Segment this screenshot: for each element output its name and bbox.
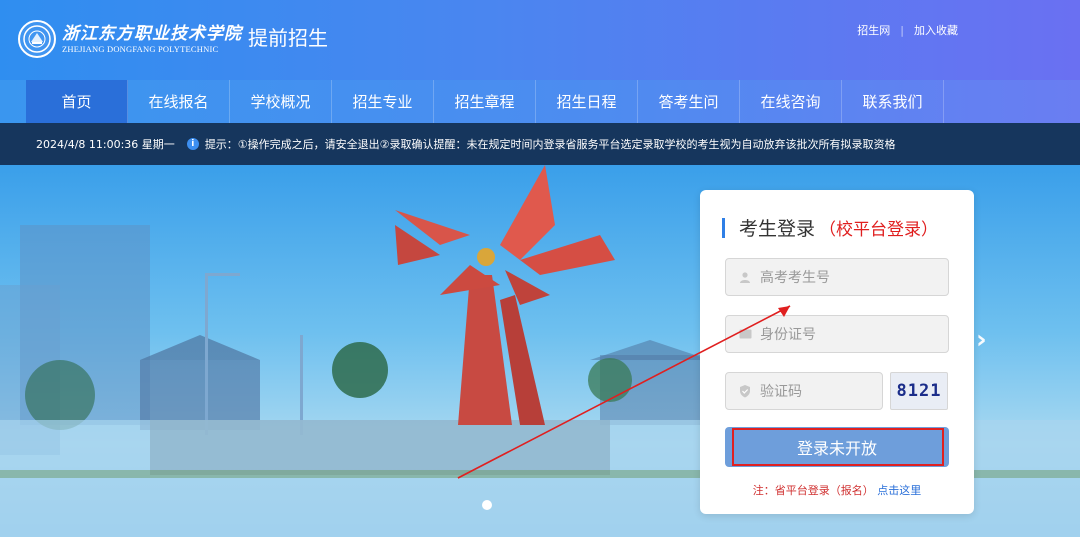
id-card-icon (738, 327, 752, 341)
user-icon (738, 270, 752, 284)
chevron-right-icon[interactable]: › (976, 325, 987, 355)
captcha-image[interactable]: 8121 (890, 372, 948, 410)
footer-click-link[interactable]: 点击这里 (877, 484, 921, 497)
nav-item-home[interactable]: 首页 (26, 80, 128, 123)
school-name-en: ZHEJIANG DONGFANG POLYTECHNIC (62, 44, 219, 54)
nav-item-majors[interactable]: 招生专业 (332, 80, 434, 123)
nav-item-schedule[interactable]: 招生日程 (536, 80, 638, 123)
main-nav: 首页 在线报名 学校概况 招生专业 招生章程 招生日程 答考生问 在线咨询 联系… (0, 80, 1080, 123)
login-footer-note: 注：省平台登录（报名） 点击这里 (700, 482, 974, 498)
title-accent-bar (722, 217, 725, 238)
notice-text: 提示：①操作完成之后，请安全退出②录取确认提醒：未在规定时间内登录省服务平台选定… (204, 138, 896, 151)
login-button[interactable]: 登录未开放 (725, 427, 949, 467)
footer-note-text: 注：省平台登录（报名） (752, 484, 874, 497)
nav-item-charter[interactable]: 招生章程 (434, 80, 536, 123)
notice-bar: 2024/4/8 11:00:36 星期一 i 提示：①操作完成之后，请安全退出… (0, 123, 1080, 165)
nav-item-qa[interactable]: 答考生问 (638, 80, 740, 123)
id-card-placeholder: 身份证号 (760, 327, 816, 343)
school-name-cn: 浙江东方职业技术学院 (62, 24, 242, 44)
add-favorite-link[interactable]: 加入收藏 (914, 22, 958, 38)
nav-item-consult[interactable]: 在线咨询 (740, 80, 842, 123)
login-title: 考生登录 （校平台登录） (722, 214, 938, 241)
login-title-text: 考生登录 (739, 218, 816, 240)
login-panel: 考生登录 （校平台登录） 高考考生号 身份证号 验证码 8121 登录未开放 注… (700, 190, 974, 514)
link-divider: | (900, 23, 904, 37)
school-emblem-icon (18, 20, 56, 58)
logo[interactable]: 浙江东方职业技术学院 ZHEJIANG DONGFANG POLYTECHNIC… (18, 20, 328, 58)
top-links: 招生网 | 加入收藏 (857, 22, 958, 38)
exam-id-placeholder: 高考考生号 (760, 270, 830, 286)
captcha-placeholder: 验证码 (760, 384, 802, 400)
site-subtitle: 提前招生 (248, 26, 328, 50)
captcha-code: 8121 (896, 381, 942, 401)
captcha-field[interactable]: 验证码 (725, 372, 883, 410)
datetime: 2024/4/8 11:00:36 星期一 (36, 138, 175, 151)
logo-text: 浙江东方职业技术学院 ZHEJIANG DONGFANG POLYTECHNIC (62, 24, 242, 54)
id-card-field[interactable]: 身份证号 (725, 315, 949, 353)
nav-item-contact[interactable]: 联系我们 (842, 80, 944, 123)
shield-icon (738, 384, 752, 398)
login-title-note: （校平台登录） (819, 220, 939, 240)
enroll-site-link[interactable]: 招生网 (857, 22, 890, 38)
nav-item-school-overview[interactable]: 学校概况 (230, 80, 332, 123)
header: 浙江东方职业技术学院 ZHEJIANG DONGFANG POLYTECHNIC… (0, 0, 1080, 80)
carousel-dot[interactable] (482, 500, 492, 510)
nav-item-online-apply[interactable]: 在线报名 (128, 80, 230, 123)
exam-id-field[interactable]: 高考考生号 (725, 258, 949, 296)
info-icon: i (186, 138, 199, 150)
